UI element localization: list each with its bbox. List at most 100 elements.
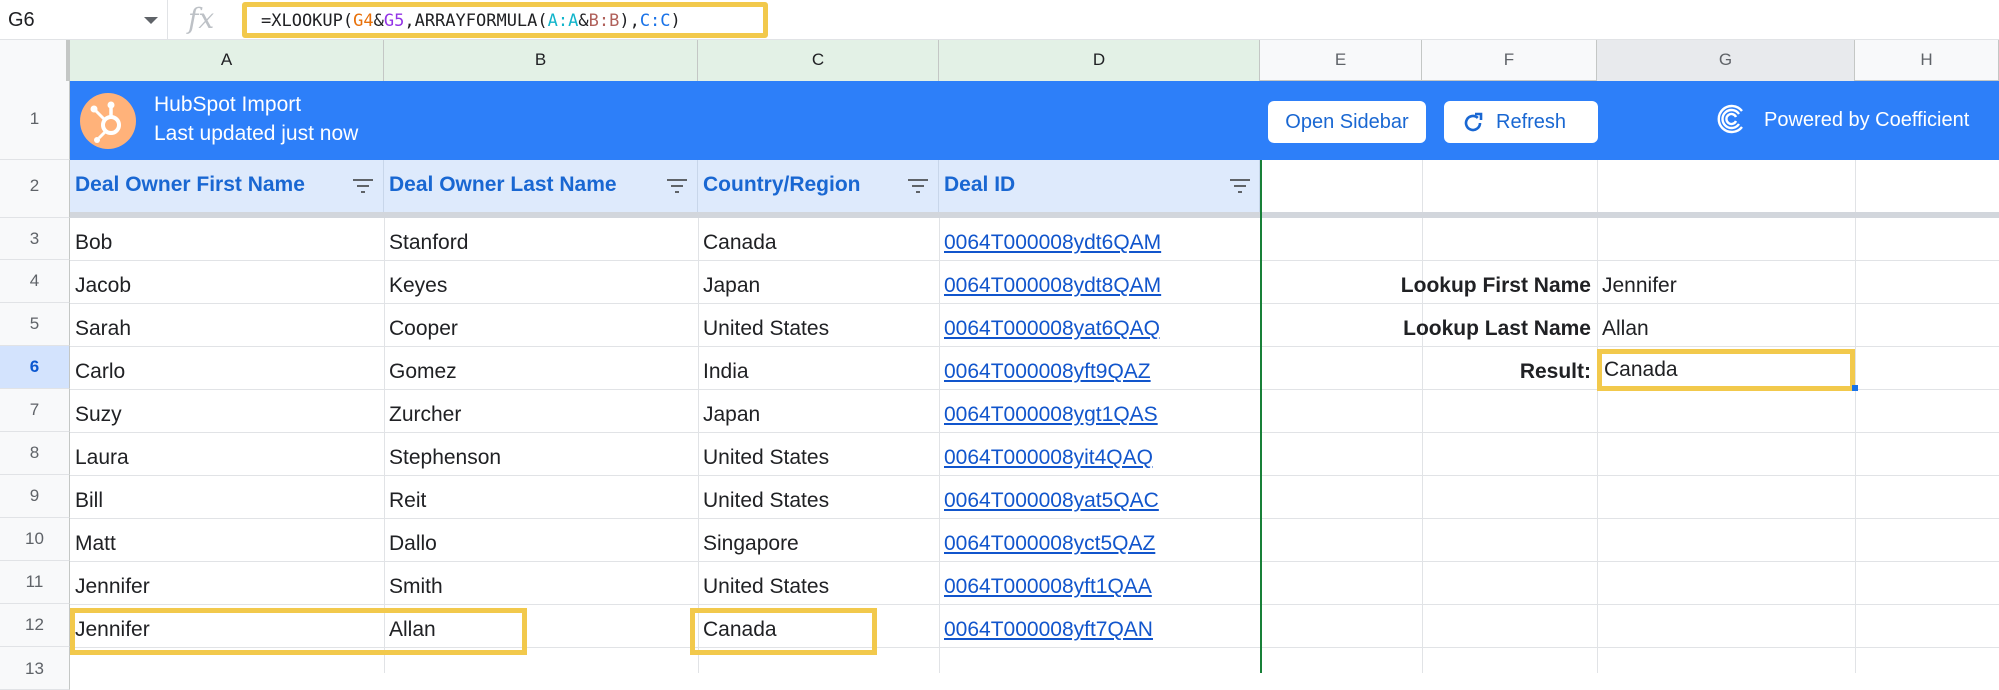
row-header[interactable]: 10 <box>0 518 70 561</box>
cell-last-name[interactable]: Gomez <box>384 360 457 384</box>
formula-ref-g4: G4 <box>353 11 374 31</box>
cell-deal-id-link[interactable]: 0064T000008yct5QAZ <box>939 532 1155 556</box>
cell-first-name[interactable]: Jennifer <box>70 575 150 599</box>
row-header[interactable]: 9 <box>0 475 70 518</box>
header-deal-id[interactable]: Deal ID <box>939 160 1260 213</box>
cell-country[interactable]: Japan <box>698 403 760 427</box>
chevron-down-icon[interactable] <box>144 17 158 24</box>
fx-icon: fx <box>188 2 215 35</box>
filter-icon[interactable] <box>666 178 688 194</box>
header-label: Deal Owner First Name <box>75 173 305 196</box>
coefficient-logo-icon <box>1717 104 1743 134</box>
cell-deal-id-link[interactable]: 0064T000008ydt8QAM <box>939 274 1161 298</box>
powered-by-label: Powered by Coefficient <box>1764 109 1970 131</box>
cell-first-name[interactable]: Bill <box>70 489 103 513</box>
cell-deal-id-link[interactable]: 0064T000008yft7QAN <box>939 618 1153 642</box>
cell-last-name[interactable]: Cooper <box>384 317 458 341</box>
formula-input[interactable]: =XLOOKUP(G4&G5,ARRAYFORMULA(A:A&B:B),C:C… <box>242 2 768 38</box>
highlight-box <box>70 608 527 655</box>
formula-bar: G6 fx =XLOOKUP(G4&G5,ARRAYFORMULA(A:A&B:… <box>0 0 1999 40</box>
column-header-a[interactable]: A <box>70 40 384 81</box>
open-sidebar-button[interactable]: Open Sidebar <box>1268 101 1426 143</box>
filter-icon[interactable] <box>907 178 929 194</box>
cell-first-name[interactable]: Bob <box>70 231 112 255</box>
name-box-value: G6 <box>8 9 35 31</box>
cell-deal-id-link[interactable]: 0064T000008ygt1QAS <box>939 403 1158 427</box>
header-label: Country/Region <box>703 173 861 196</box>
filter-icon[interactable] <box>352 178 374 194</box>
cell-deal-id-link[interactable]: 0064T000008yit4QAQ <box>939 446 1153 470</box>
header-first-name[interactable]: Deal Owner First Name <box>70 160 384 213</box>
row-header[interactable]: 5 <box>0 303 70 346</box>
cell-country[interactable]: United States <box>698 317 829 341</box>
cell-country[interactable]: United States <box>698 489 829 513</box>
formula-ref-b: B:B <box>588 11 620 31</box>
lookup-first-name-value[interactable]: Jennifer <box>1597 274 1677 298</box>
cell-last-name[interactable]: Dallo <box>384 532 437 556</box>
cell-country[interactable]: Canada <box>698 231 777 255</box>
name-box[interactable]: G6 <box>0 0 168 40</box>
row-header[interactable]: 8 <box>0 432 70 475</box>
fill-handle[interactable] <box>1852 385 1858 391</box>
row-header[interactable]: 13 <box>0 647 70 690</box>
row-header[interactable]: 11 <box>0 561 70 604</box>
lookup-first-name-label[interactable]: Lookup First Name <box>1260 274 1591 298</box>
column-header-d[interactable]: D <box>939 40 1260 81</box>
cell-first-name[interactable]: Jacob <box>70 274 131 298</box>
cell-country[interactable]: Singapore <box>698 532 799 556</box>
formula-part: & <box>578 11 589 31</box>
column-header-f[interactable]: F <box>1422 40 1597 81</box>
row-header[interactable]: 1 <box>0 81 70 160</box>
column-header-g[interactable]: G <box>1597 40 1855 81</box>
formula-ref-a: A:A <box>547 11 579 31</box>
lookup-last-name-value[interactable]: Allan <box>1597 317 1649 341</box>
cell-first-name[interactable]: Matt <box>70 532 116 556</box>
column-header-b[interactable]: B <box>384 40 698 81</box>
cell-country[interactable]: United States <box>698 446 829 470</box>
cell-deal-id-link[interactable]: 0064T000008yat6QAQ <box>939 317 1160 341</box>
banner-title: HubSpot Import <box>154 93 302 116</box>
row-header[interactable]: 2 <box>0 160 70 218</box>
row-header[interactable]: 3 <box>0 218 70 260</box>
filter-icon[interactable] <box>1229 178 1251 194</box>
cell-first-name[interactable]: Sarah <box>70 317 131 341</box>
frozen-row-divider[interactable] <box>70 212 1999 218</box>
cell-country[interactable]: Japan <box>698 274 760 298</box>
header-last-name[interactable]: Deal Owner Last Name <box>384 160 698 213</box>
row-header[interactable]: 12 <box>0 604 70 647</box>
cell-first-name[interactable]: Suzy <box>70 403 122 427</box>
cell-last-name[interactable]: Keyes <box>384 274 447 298</box>
column-header-e[interactable]: E <box>1260 40 1422 81</box>
cell-country[interactable]: United States <box>698 575 829 599</box>
cell-last-name[interactable]: Reit <box>384 489 426 513</box>
select-all-corner[interactable] <box>0 40 70 81</box>
coefficient-banner: HubSpot Import Last updated just now Ope… <box>70 81 1999 160</box>
result-label[interactable]: Result: <box>1260 360 1591 384</box>
row-header[interactable]: 7 <box>0 389 70 432</box>
formula-part: & <box>373 11 384 31</box>
column-header-c[interactable]: C <box>698 40 939 81</box>
cell-first-name[interactable]: Laura <box>70 446 129 470</box>
cell-last-name[interactable]: Stephenson <box>384 446 501 470</box>
cell-last-name[interactable]: Zurcher <box>384 403 461 427</box>
formula-part: ,ARRAYFORMULA( <box>404 11 548 31</box>
refresh-button[interactable]: Refresh <box>1444 101 1598 143</box>
lookup-last-name-label[interactable]: Lookup Last Name <box>1260 317 1591 341</box>
header-country[interactable]: Country/Region <box>698 160 939 213</box>
cell-deal-id-link[interactable]: 0064T000008yft9QAZ <box>939 360 1151 384</box>
header-label: Deal ID <box>944 173 1016 196</box>
cell-deal-id-link[interactable]: 0064T000008yft1QAA <box>939 575 1152 599</box>
row-header[interactable]: 6 <box>0 346 70 389</box>
row-header[interactable]: 4 <box>0 260 70 303</box>
cell-first-name[interactable]: Carlo <box>70 360 125 384</box>
formula-ref-g5: G5 <box>383 11 405 31</box>
cell-deal-id-link[interactable]: 0064T000008yat5QAC <box>939 489 1159 513</box>
formula-part: ), <box>619 11 640 31</box>
cell-last-name[interactable]: Smith <box>384 575 443 599</box>
cell-last-name[interactable]: Stanford <box>384 231 468 255</box>
column-headers: A B C D E F G H <box>0 40 1999 81</box>
column-header-h[interactable]: H <box>1855 40 1999 81</box>
cell-country[interactable]: India <box>698 360 749 384</box>
cell-deal-id-link[interactable]: 0064T000008ydt6QAM <box>939 231 1161 255</box>
formula-part: ) <box>670 11 681 31</box>
